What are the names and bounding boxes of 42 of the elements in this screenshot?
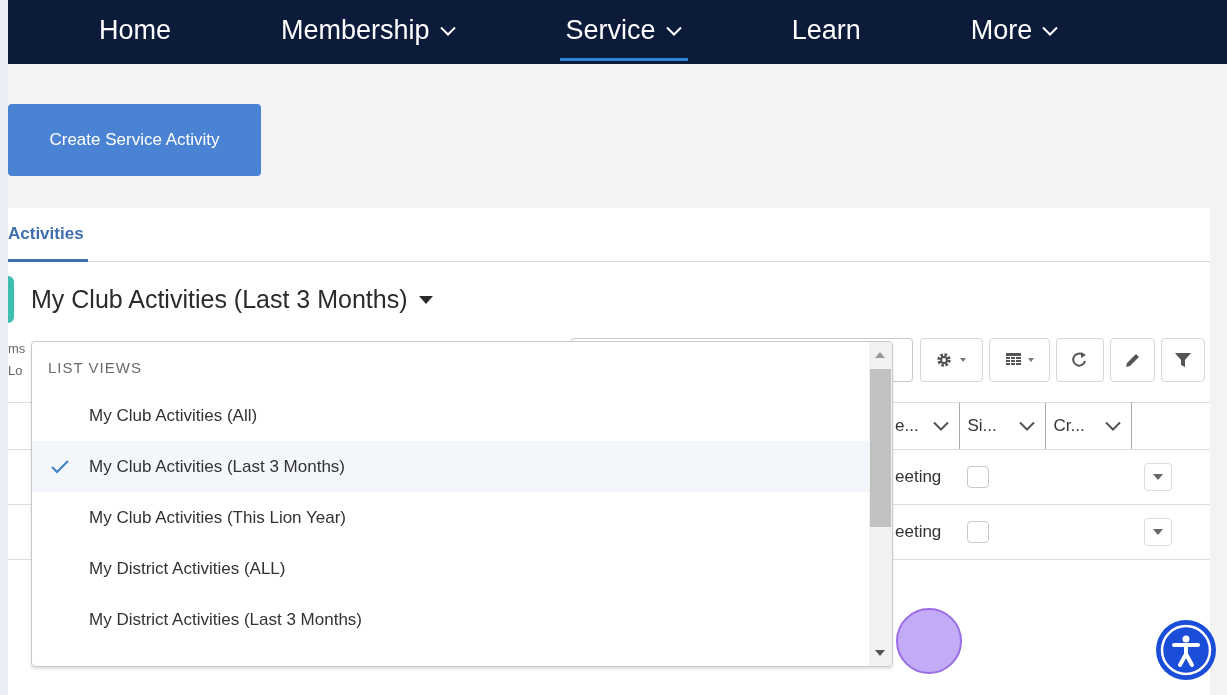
checkmark-icon xyxy=(51,460,69,474)
checkbox[interactable] xyxy=(967,521,989,543)
checkbox[interactable] xyxy=(967,466,989,488)
caret-down-icon xyxy=(1152,473,1164,481)
list-view-option[interactable]: My Club Activities (This Lion Year) xyxy=(32,492,869,543)
tab[interactable]: Activities xyxy=(8,208,88,262)
scroll-down-arrow-icon[interactable] xyxy=(875,650,885,656)
refresh-button[interactable] xyxy=(1056,337,1104,382)
display-as-button[interactable] xyxy=(989,337,1050,382)
settings-button[interactable] xyxy=(920,337,983,382)
edit-button[interactable] xyxy=(1110,337,1155,382)
refresh-icon xyxy=(1071,350,1089,369)
column-header[interactable]: Cr... xyxy=(1045,402,1131,450)
chevron-down-icon xyxy=(932,421,949,431)
nav-link[interactable]: Home xyxy=(93,3,178,61)
caret-down-icon xyxy=(1152,528,1164,536)
dropdown-header: LIST VIEWS xyxy=(48,357,142,378)
list-info-text: ms xyxy=(8,341,26,357)
chevron-down-icon xyxy=(1018,421,1035,431)
list-view-option[interactable]: My District Activities (ALL) xyxy=(32,543,869,594)
object-icon xyxy=(8,276,14,323)
settings-icon xyxy=(935,351,968,368)
list-view-option[interactable]: My Club Activities (All) xyxy=(32,390,869,441)
create-service-activity-button[interactable]: Create Service Activity xyxy=(8,104,261,176)
chevron-down-icon xyxy=(1104,421,1121,431)
list-info-text: Lo xyxy=(8,363,24,379)
nav-link[interactable]: Membership xyxy=(275,3,462,61)
caret-down-icon[interactable] xyxy=(417,294,434,305)
row-actions-button[interactable] xyxy=(1144,518,1172,546)
list-view-option[interactable]: My District Activities (Last 3 Months) xyxy=(32,594,869,645)
nav-link[interactable]: Learn xyxy=(785,3,867,61)
filter-button[interactable] xyxy=(1161,337,1205,382)
scrollbar[interactable] xyxy=(869,342,892,666)
table-icon xyxy=(1003,351,1036,368)
list-view-title[interactable]: My Club Activities (Last 3 Months) xyxy=(31,285,408,314)
nav-link[interactable]: Service xyxy=(559,3,688,61)
row-actions-button[interactable] xyxy=(1144,463,1172,491)
nav-link[interactable]: More xyxy=(964,3,1065,61)
column-header[interactable]: Si... xyxy=(959,402,1045,450)
accessibility-icon[interactable] xyxy=(1155,619,1217,681)
list-view-option[interactable]: My Club Activities (Last 3 Months) xyxy=(32,441,869,492)
filter-icon xyxy=(1174,350,1192,369)
